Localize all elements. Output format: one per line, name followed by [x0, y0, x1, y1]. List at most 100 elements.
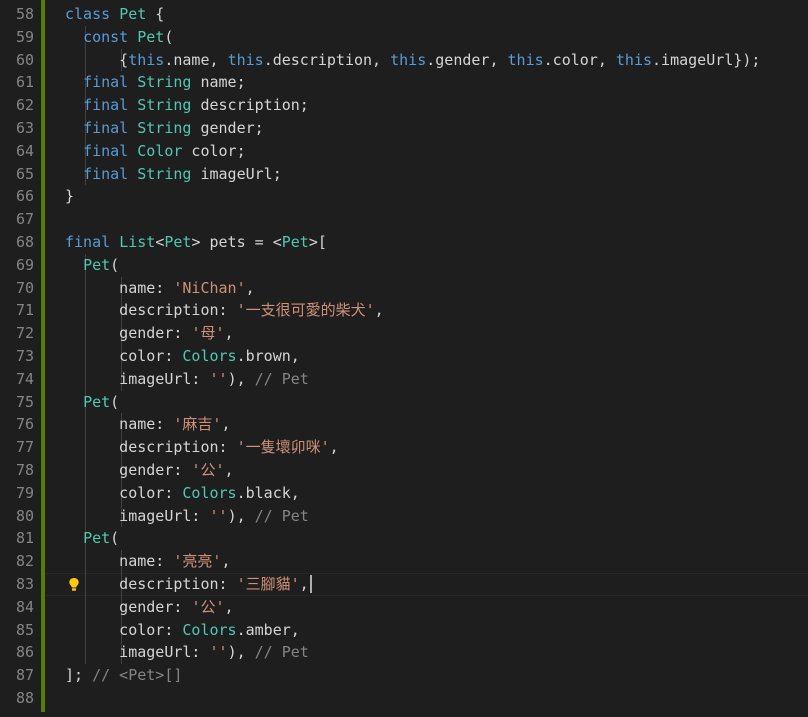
code-token: color:: [65, 483, 183, 502]
code-token: {: [65, 50, 129, 69]
code-editor[interactable]: 58 class Pet {59 const Pet(60 {this.name,…: [0, 0, 808, 717]
code-line[interactable]: 86 imageUrl: ''), // Pet: [0, 641, 808, 665]
line-number: 87: [15, 666, 34, 685]
code-token: .name,: [164, 50, 228, 69]
code-text: description: '一支很可愛的柴犬',: [65, 299, 384, 322]
code-line[interactable]: 84 gender: '公',: [0, 595, 808, 619]
line-number: 70: [15, 278, 34, 297]
line-number: 88: [15, 688, 34, 707]
code-line[interactable]: 68 final List<Pet> pets = <Pet>[: [0, 231, 808, 254]
code-token: '': [209, 369, 228, 388]
code-line[interactable]: 60 {this.name, this.description, this.ge…: [0, 48, 808, 72]
code-token: color:: [65, 620, 183, 639]
line-number: 65: [15, 164, 34, 183]
code-line[interactable]: 66}: [0, 185, 808, 208]
code-token: ),: [227, 506, 255, 525]
code-token: (: [110, 392, 120, 411]
code-token: String: [137, 73, 192, 92]
code-token: ),: [227, 369, 255, 388]
line-number: 85: [15, 620, 34, 639]
code-token: ,: [374, 301, 384, 320]
code-token: '': [209, 506, 228, 525]
code-line[interactable]: 67: [0, 208, 808, 231]
code-token: ,: [224, 460, 234, 479]
code-line[interactable]: 61 final String name;: [0, 71, 808, 95]
line-number: 60: [15, 50, 34, 69]
line-number: 83: [15, 574, 34, 593]
line-number: 66: [15, 187, 34, 206]
line-number: 79: [15, 483, 34, 502]
code-token: ,: [221, 415, 231, 434]
code-token: '亮亮': [173, 552, 222, 571]
line-number: 67: [15, 210, 34, 229]
code-token: name:: [65, 278, 174, 297]
code-token: this: [615, 50, 653, 69]
line-number: 72: [15, 324, 34, 343]
code-token: gender:: [65, 324, 192, 343]
code-lines[interactable]: 58 class Pet {59 const Pet(60 {this.name,…: [0, 3, 808, 710]
code-text: Pet(: [65, 254, 119, 277]
code-token: gender:: [65, 460, 192, 479]
code-line[interactable]: 87]; // <Pet>[]: [0, 664, 808, 687]
code-text: Pet(: [65, 391, 119, 414]
code-text: color: Colors.black,: [65, 482, 300, 505]
code-line[interactable]: 88: [0, 687, 808, 710]
code-line[interactable]: 69 Pet(: [0, 253, 808, 277]
code-text: description: '一隻壞卯咪',: [65, 436, 339, 459]
code-line[interactable]: 85 color: Colors.amber,: [0, 618, 808, 642]
code-token: color;: [182, 141, 246, 160]
code-line[interactable]: 83 description: '三腳貓',: [0, 572, 808, 596]
code-line[interactable]: 81 Pet(: [0, 527, 808, 551]
code-text: }: [65, 185, 74, 208]
code-text: gender: '公',: [65, 596, 234, 619]
code-line[interactable]: 79 color: Colors.black,: [0, 481, 808, 505]
code-line[interactable]: 80 imageUrl: ''), // Pet: [0, 504, 808, 528]
line-number: 71: [15, 301, 34, 320]
code-line[interactable]: 75 Pet(: [0, 390, 808, 414]
code-token: '麻吉': [173, 415, 222, 434]
code-line[interactable]: 62 final String description;: [0, 94, 808, 117]
code-line[interactable]: 59 const Pet(: [0, 25, 808, 49]
code-line[interactable]: 74 imageUrl: ''), // Pet: [0, 367, 808, 391]
code-token: class: [65, 5, 111, 23]
code-text: color: Colors.amber,: [65, 619, 300, 642]
code-token: }: [65, 187, 75, 206]
code-line[interactable]: 82 name: '亮亮',: [0, 550, 808, 573]
code-line[interactable]: 72 gender: '母',: [0, 322, 808, 345]
code-token: ,: [224, 597, 234, 616]
code-token: // Pet: [254, 643, 309, 662]
code-line[interactable]: 77 description: '一隻壞卯咪',: [0, 436, 808, 459]
code-token: // Pet: [254, 506, 309, 525]
code-line[interactable]: 58 class Pet {: [0, 3, 808, 26]
code-line[interactable]: 64 final Color color;: [0, 139, 808, 163]
code-token: name:: [65, 552, 174, 571]
code-token: '': [209, 643, 228, 662]
code-token: > pets = <: [191, 232, 282, 251]
code-line[interactable]: 78 gender: '公',: [0, 458, 808, 482]
code-text: description: '三腳貓',: [65, 573, 312, 596]
code-token: final: [83, 164, 129, 183]
code-line[interactable]: 71 description: '一支很可愛的柴犬',: [0, 299, 808, 323]
code-text: const Pet(: [65, 26, 173, 49]
code-token: const: [83, 27, 129, 46]
code-token: (: [164, 27, 174, 46]
line-number: 80: [15, 506, 34, 525]
code-line[interactable]: 70 name: 'NiChan',: [0, 276, 808, 300]
line-number: 58: [15, 5, 34, 23]
code-text: gender: '母',: [65, 322, 233, 345]
code-token: color:: [65, 346, 183, 365]
code-line[interactable]: 65 final String imageUrl;: [0, 162, 808, 186]
code-line[interactable]: 76 name: '麻吉',: [0, 413, 808, 437]
line-number: 64: [15, 141, 34, 160]
code-token: '一支很可愛的柴犬': [236, 301, 375, 320]
code-token: .color,: [543, 50, 616, 69]
code-token: this: [390, 50, 427, 69]
code-line[interactable]: 63 final String gender;: [0, 116, 808, 140]
code-line[interactable]: 73 color: Colors.brown,: [0, 344, 808, 368]
code-token: final: [83, 141, 129, 160]
